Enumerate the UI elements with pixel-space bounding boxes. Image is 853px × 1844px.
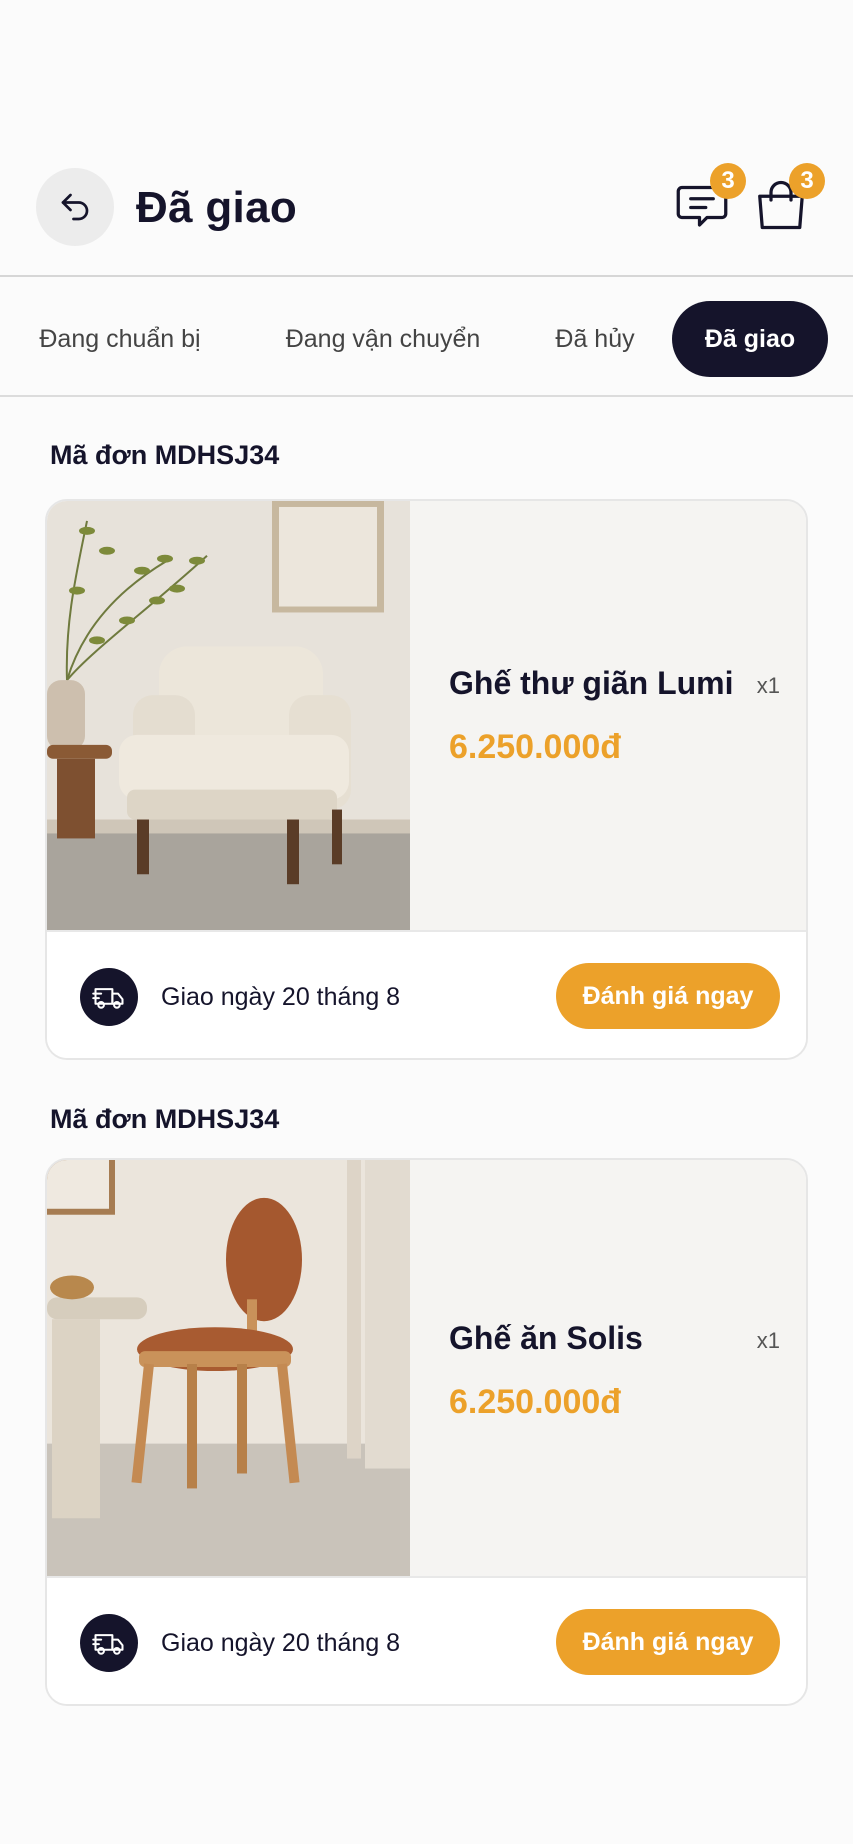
order-id: Mã đơn MDHSJ34	[50, 440, 280, 470]
product-name: Ghế ăn Solis	[449, 1320, 643, 1356]
back-arrow-icon	[61, 193, 89, 221]
product-image-dining-chair[interactable]	[47, 1160, 410, 1576]
product-row[interactable]: Ghế ăn Solis x1 6.250.000đ	[47, 1160, 806, 1578]
back-button[interactable]	[36, 168, 114, 246]
product-image-armchair[interactable]	[47, 501, 410, 930]
product-name: Ghế thư giãn Lumi	[449, 665, 734, 701]
delivery-date: Giao ngày 20 tháng 8	[161, 1629, 401, 1657]
order-card[interactable]: Ghế ăn Solis x1 6.250.000đ Giao ngày 20 …	[45, 1158, 808, 1706]
order-card[interactable]: Ghế thư giãn Lumi x1 6.250.000đ Giao ngà…	[45, 499, 808, 1060]
truck-icon-badge	[80, 968, 138, 1026]
review-now-button[interactable]: Đánh giá ngay	[556, 1609, 780, 1675]
header: Đã giao 3 3	[0, 0, 853, 277]
cart-badge: 3	[789, 163, 825, 199]
product-price: 6.250.000đ	[449, 728, 622, 766]
tab-delivered[interactable]: Đã giao	[672, 301, 828, 377]
tab-preparing[interactable]: Đang chuẩn bị	[30, 301, 210, 377]
product-price: 6.250.000đ	[449, 1383, 622, 1421]
quantity: x1	[756, 673, 780, 698]
truck-icon-badge	[80, 1614, 138, 1672]
product-row[interactable]: Ghế thư giãn Lumi x1 6.250.000đ	[47, 501, 806, 932]
tab-cancelled[interactable]: Đã hủy	[550, 301, 640, 377]
quantity: x1	[756, 1328, 780, 1353]
truck-icon	[92, 1634, 124, 1655]
tab-shipping[interactable]: Đang vận chuyển	[276, 301, 490, 377]
delivery-date: Giao ngày 20 tháng 8	[161, 983, 401, 1011]
truck-icon	[92, 988, 124, 1009]
page-title: Đã giao	[136, 183, 298, 232]
messages-badge: 3	[710, 163, 746, 199]
status-tabs: Đang chuẩn bị Đang vận chuyển Đã hủy Đã …	[0, 279, 853, 397]
order-id: Mã đơn MDHSJ34	[50, 1104, 280, 1134]
order-footer: Giao ngày 20 tháng 8 Đánh giá ngay	[47, 1578, 806, 1704]
orders-screen: Đã giao 3 3 Đang chuẩn bị Đang vận chuyể…	[0, 0, 853, 1844]
messages-button[interactable]: 3	[672, 163, 746, 235]
cart-button[interactable]: 3	[751, 163, 825, 235]
review-now-button[interactable]: Đánh giá ngay	[556, 963, 780, 1029]
order-footer: Giao ngày 20 tháng 8 Đánh giá ngay	[47, 932, 806, 1058]
